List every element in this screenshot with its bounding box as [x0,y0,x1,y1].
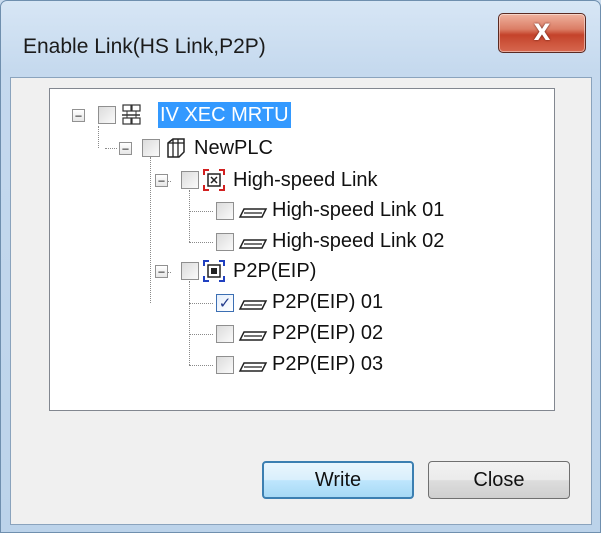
link-item-icon [238,300,268,310]
window-title: Enable Link(HS Link,P2P) [23,35,266,58]
tree-line [189,334,213,335]
write-button[interactable]: Write [262,461,414,499]
dialog-client-area: − IV XEC MRTU − NewPLC − High-speed Link… [10,77,592,525]
tree-line [98,126,99,148]
p2p-item-01-checkbox[interactable]: ✓ [216,294,234,312]
tree-label-p2p-item[interactable]: P2P(EIP) 01 [272,289,383,315]
tree-label-p2p-item[interactable]: P2P(EIP) 03 [272,351,383,377]
tree-label-p2p-group[interactable]: P2P(EIP) [233,258,316,284]
title-bar[interactable]: Enable Link(HS Link,P2P) X [1,1,600,81]
plc-module-icon [167,138,185,158]
check-icon: ✓ [218,293,232,312]
tree-line [189,281,190,365]
hs-group-checkbox[interactable] [181,171,199,189]
tree-label-hs-item[interactable]: High-speed Link 02 [272,228,444,254]
dialog-window: Enable Link(HS Link,P2P) X − IV XEC MRTU… [0,0,601,533]
hs-group-expander[interactable]: − [155,174,168,187]
window-close-button[interactable]: X [498,13,586,53]
tree-label-p2p-item[interactable]: P2P(EIP) 02 [272,320,383,346]
link-item-icon [238,362,268,372]
p2p-item-02-checkbox[interactable] [216,325,234,343]
p2p-group-icon [203,260,225,282]
network-icon [122,104,141,125]
tree-line [189,365,213,366]
tree-line [189,211,213,212]
link-item-icon [238,208,268,218]
root-checkbox[interactable] [98,106,116,124]
link-tree-view[interactable]: − IV XEC MRTU − NewPLC − High-speed Link… [49,88,555,411]
plc-checkbox[interactable] [142,139,160,157]
tree-line [105,148,117,149]
hs-item-01-checkbox[interactable] [216,202,234,220]
hs-link-group-icon [203,169,225,191]
tree-label-plc[interactable]: NewPLC [194,135,273,161]
tree-line [189,242,213,243]
link-item-icon [238,239,268,249]
tree-line [150,157,151,303]
plc-expander[interactable]: − [119,142,132,155]
p2p-group-checkbox[interactable] [181,262,199,280]
p2p-item-03-checkbox[interactable] [216,356,234,374]
tree-line [189,303,213,304]
root-expander[interactable]: − [72,109,85,122]
hs-item-02-checkbox[interactable] [216,233,234,251]
close-button[interactable]: Close [428,461,570,499]
link-item-icon [238,331,268,341]
close-icon: X [533,20,551,46]
tree-label-root[interactable]: IV XEC MRTU [158,102,291,128]
p2p-group-expander[interactable]: − [155,265,168,278]
tree-label-hs-item[interactable]: High-speed Link 01 [272,197,444,223]
tree-line [189,190,190,242]
tree-label-hs-group[interactable]: High-speed Link [233,167,378,193]
